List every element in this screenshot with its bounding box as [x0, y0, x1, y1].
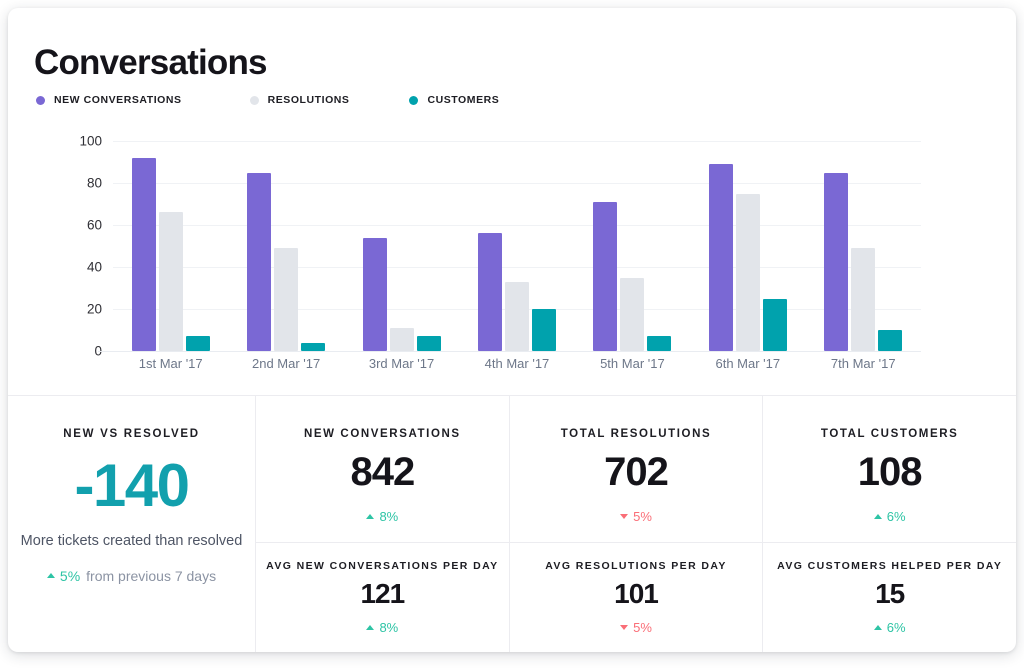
stat-value: 108 [857, 450, 923, 494]
bar-customers[interactable] [416, 336, 441, 351]
stat-label: NEW CONVERSATIONS [303, 428, 461, 440]
stat-label: AVG NEW CONVERSATIONS PER DAY [266, 560, 499, 572]
stat-value: 842 [350, 450, 415, 494]
y-axis-tick: 40 [86, 259, 102, 275]
bar-resolutions[interactable] [274, 248, 299, 351]
stat-card: TOTAL CUSTOMERS 108 6% [763, 396, 1016, 542]
stat-card-new-vs-resolved: NEW VS RESOLVED -140 More tickets create… [8, 396, 256, 652]
bar-chart: 0 20 40 60 80 100 1st Mar '17 2nd Mar '17 3rd M… [8, 8, 1016, 395]
bar-new-conversations[interactable] [824, 172, 849, 351]
bar-group[interactable] [459, 141, 574, 351]
stat-value: 101 [614, 578, 659, 609]
stat-row-averages: AVG NEW CONVERSATIONS PER DAY 121 8% AVG RE… [256, 542, 1016, 652]
bar-new-conversations[interactable] [593, 201, 618, 351]
bar-customers[interactable] [647, 336, 672, 351]
chart-panel: Conversations NEW CONVERSATIONS RESOLUTIO… [8, 8, 1016, 395]
x-axis-label: 4th Mar '17 [484, 356, 550, 371]
bar-resolutions[interactable] [620, 277, 645, 351]
stat-card: TOTAL RESOLUTIONS 702 5% [510, 396, 764, 542]
bar-new-conversations[interactable] [131, 157, 156, 351]
stat-label: NEW VS RESOLVED [63, 428, 200, 440]
bar-group[interactable] [690, 141, 805, 351]
stat-label: AVG CUSTOMERS HELPED PER DAY [777, 560, 1003, 572]
x-axis-label: 6th Mar '17 [715, 356, 781, 371]
stat-delta: 6% [873, 620, 906, 635]
stat-value: 15 [875, 578, 905, 609]
y-axis-tick: 60 [86, 217, 102, 233]
bar-customers[interactable] [878, 330, 903, 351]
trend-down-icon [620, 514, 629, 519]
stat-delta: 8% [366, 620, 398, 635]
stat-grid: NEW CONVERSATIONS 842 8% TOTAL RESOLUTIONS 7… [256, 396, 1016, 652]
stat-delta-pct: 8% [379, 620, 399, 635]
trend-up-icon [873, 625, 882, 630]
stat-card: NEW CONVERSATIONS 842 8% [256, 396, 510, 542]
stat-label: AVG RESOLUTIONS PER DAY [545, 560, 727, 572]
stat-delta-period: from previous 7 days [86, 567, 217, 584]
stat-label: TOTAL CUSTOMERS [820, 428, 959, 440]
y-axis-tick: 100 [79, 133, 102, 149]
bar-customers[interactable] [301, 342, 326, 351]
x-axis-label: 1st Mar '17 [138, 356, 203, 371]
x-axis-baseline [98, 351, 921, 352]
x-axis-label: 5th Mar '17 [600, 356, 665, 371]
stat-delta-pct: 5% [59, 567, 81, 584]
bar-new-conversations[interactable] [708, 164, 733, 351]
stat-label: TOTAL RESOLUTIONS [560, 428, 712, 440]
trend-up-icon [873, 514, 882, 519]
stat-delta: 5% [620, 620, 652, 635]
bar-group[interactable] [113, 141, 228, 351]
stat-value: -140 [74, 452, 190, 519]
bar-customers[interactable] [762, 298, 787, 351]
chart-bars [113, 141, 921, 351]
stat-delta: 8% [366, 509, 398, 524]
trend-up-icon [366, 514, 375, 519]
x-axis-label: 7th Mar '17 [830, 356, 896, 371]
bar-group[interactable] [575, 141, 690, 351]
stat-delta-pct: 6% [886, 620, 906, 635]
stat-delta-pct: 6% [886, 509, 906, 524]
stat-delta: 5% [620, 509, 652, 524]
bar-resolutions[interactable] [389, 327, 414, 351]
stats-panel: NEW VS RESOLVED -140 More tickets create… [8, 395, 1016, 652]
x-axis-labels: 1st Mar '17 2nd Mar '17 3rd Mar '17 4th Mar… [113, 356, 921, 371]
bar-customers[interactable] [531, 309, 556, 351]
bar-resolutions[interactable] [158, 212, 183, 351]
bar-resolutions[interactable] [504, 281, 529, 351]
bar-new-conversations[interactable] [247, 172, 272, 351]
stat-delta-pct: 5% [633, 620, 652, 635]
bar-group[interactable] [806, 141, 921, 351]
bar-customers[interactable] [185, 336, 210, 351]
x-axis-label: 2nd Mar '17 [252, 356, 321, 371]
y-axis-tick: 0 [58, 344, 102, 359]
y-axis-tick: 20 [86, 301, 102, 317]
bar-group[interactable] [228, 141, 343, 351]
stat-caption: More tickets created than resolved [20, 532, 243, 549]
trend-up-icon [46, 573, 55, 579]
stat-delta-pct: 8% [379, 509, 399, 524]
bar-new-conversations[interactable] [362, 237, 387, 351]
bar-resolutions[interactable] [851, 248, 876, 351]
x-axis-label: 3rd Mar '17 [368, 356, 435, 371]
stat-delta-pct: 5% [633, 509, 652, 524]
trend-down-icon [620, 625, 629, 630]
y-axis: 0 20 40 60 80 100 [54, 134, 102, 359]
bar-new-conversations[interactable] [477, 233, 502, 351]
stat-card: AVG NEW CONVERSATIONS PER DAY 121 8% [256, 543, 510, 652]
y-axis-tick: 80 [86, 175, 102, 191]
stat-row-totals: NEW CONVERSATIONS 842 8% TOTAL RESOLUTIONS 7… [256, 396, 1016, 542]
bar-resolutions[interactable] [735, 193, 760, 351]
trend-up-icon [366, 625, 375, 630]
dashboard-card: Conversations NEW CONVERSATIONS RESOLUTIO… [8, 8, 1016, 652]
stat-delta: 5% from previous 7 days [46, 567, 217, 584]
stat-card: AVG RESOLUTIONS PER DAY 101 5% [510, 543, 764, 652]
stat-delta: 6% [873, 509, 906, 524]
stat-value: 702 [604, 450, 669, 494]
stat-value: 121 [360, 578, 405, 609]
bar-group[interactable] [344, 141, 459, 351]
stat-card: AVG CUSTOMERS HELPED PER DAY 15 6% [763, 543, 1016, 652]
